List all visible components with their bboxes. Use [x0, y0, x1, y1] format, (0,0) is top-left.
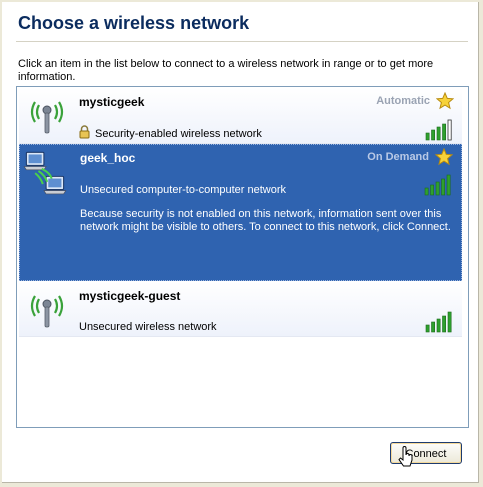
preferred-star-icon	[435, 148, 453, 166]
lock-icon	[79, 125, 90, 139]
intro-text: Click an item in the list below to conne…	[18, 58, 434, 83]
signal-strength-icon	[425, 311, 452, 333]
network-name: geek_hoc	[80, 151, 136, 165]
network-security-status: Unsecured wireless network	[79, 321, 217, 333]
network-item-mysticgeek[interactable]: mysticgeek Automatic Security-enabled wi…	[19, 88, 462, 144]
network-description: Because security is not enabled on this …	[80, 208, 451, 233]
wireless-antenna-icon	[30, 295, 64, 328]
connection-mode: Automatic	[376, 95, 430, 107]
network-security-status: Unsecured computer-to-computer network	[80, 184, 287, 196]
dialog-title: Choose a wireless network	[18, 13, 250, 33]
network-name: mysticgeek	[79, 95, 145, 109]
network-name: mysticgeek-guest	[79, 289, 181, 303]
network-list[interactable]: mysticgeek Automatic Security-enabled wi…	[16, 86, 469, 428]
wireless-antenna-icon	[30, 101, 64, 134]
wireless-network-panel: Choose a wireless network Click an item …	[2, 2, 479, 483]
title-divider	[16, 41, 468, 42]
network-item-mysticgeek-guest[interactable]: mysticgeek-guest Unsecured wireless netw…	[19, 282, 462, 337]
signal-strength-icon	[425, 119, 452, 141]
network-security-status: Security-enabled wireless network	[95, 128, 262, 140]
network-item-geek-hoc[interactable]: geek_hoc On Demand Unsecured computer-to…	[19, 144, 462, 281]
computer-to-computer-icon	[23, 151, 67, 195]
signal-strength-icon	[424, 174, 451, 196]
connection-mode: On Demand	[367, 151, 429, 163]
mouse-cursor-icon	[398, 446, 413, 467]
preferred-star-icon	[436, 92, 454, 110]
